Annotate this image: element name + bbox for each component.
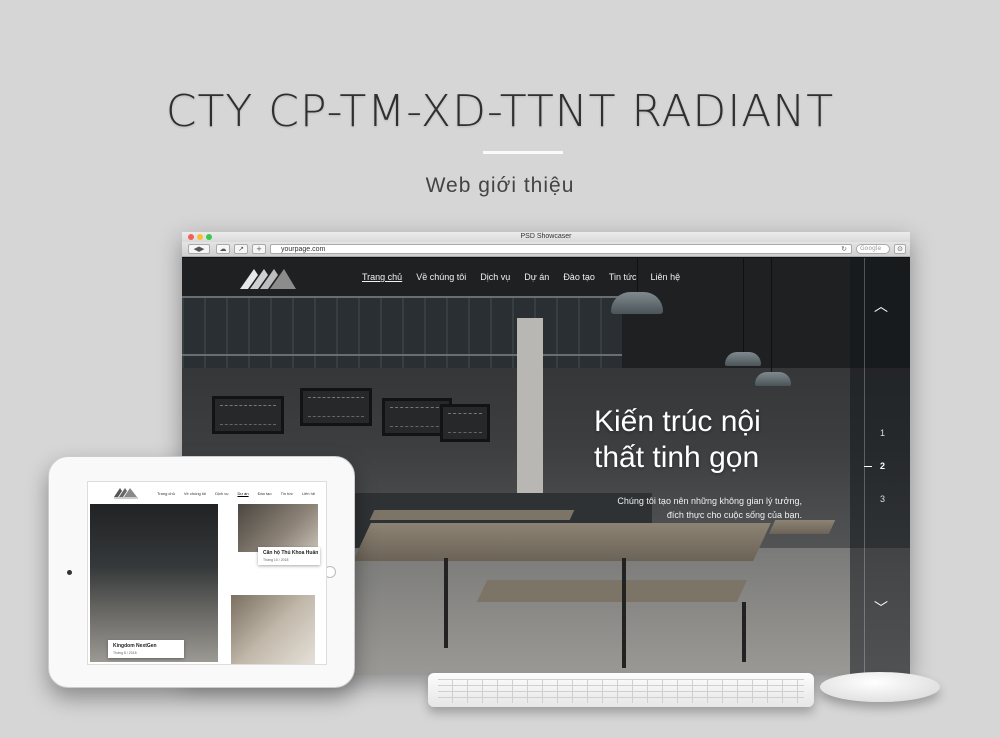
share-icon[interactable]: ↗ <box>234 244 248 254</box>
table-leg <box>742 602 746 662</box>
project-image-small[interactable] <box>231 595 315 664</box>
hero-rail <box>182 296 642 298</box>
url-text: yourpage.com <box>281 246 326 253</box>
pendant-lamp-graphic <box>611 292 663 314</box>
search-input[interactable]: Google <box>856 244 890 254</box>
site-logo[interactable] <box>238 263 298 289</box>
tablet-nav-item[interactable]: Về chúng tôi <box>184 491 206 496</box>
hero-heading: Kiến trúc nội thất tinh gọn <box>594 404 824 476</box>
tablet-nav-item[interactable]: Đào tạo <box>258 491 272 496</box>
browser-toolbar: ◀▶ ☁ ↗ + yourpage.com ↻ Google ⊙ <box>182 242 910 257</box>
reload-icon[interactable]: ↻ <box>841 245 847 254</box>
nav-item-projects[interactable]: Dự án <box>524 272 549 282</box>
project-image-small[interactable] <box>238 504 318 552</box>
page-subtitle: Web giới thiệu <box>425 174 575 197</box>
camera-icon <box>67 570 72 575</box>
nav-item-training[interactable]: Đào tạo <box>563 272 595 282</box>
keyboard-keys-graphic <box>438 679 804 703</box>
keyboard-graphic <box>428 673 814 707</box>
tablet-site-logo[interactable] <box>113 485 139 499</box>
tablet-mockup: Trang chủ Về chúng tôi Dịch vụ Dự án Đào… <box>48 456 355 688</box>
menu-board-graphic <box>440 404 490 442</box>
lamp-cord <box>771 258 772 372</box>
slide-indicator-2[interactable]: 2 <box>880 461 885 471</box>
project-card-date: Tháng 10 / 2018 <box>263 558 289 562</box>
nav-item-services[interactable]: Dịch vụ <box>480 272 510 282</box>
lamp-cord <box>743 258 744 352</box>
tablet-nav-item-active[interactable]: Dự án <box>237 491 248 496</box>
project-card-title: Căn hộ Thủ Khoa Huân <box>263 550 319 556</box>
nav-item-home[interactable]: Trang chủ <box>362 272 402 282</box>
bench-graphic <box>369 510 575 520</box>
project-card-title: Kingdom NextGen <box>113 643 157 649</box>
window-title: PSD Showcaser <box>520 233 572 240</box>
mouse-graphic <box>820 672 940 702</box>
tablet-screen: Trang chủ Về chúng tôi Dịch vụ Dự án Đào… <box>87 481 327 665</box>
hero-heading-line: Kiến trúc nội <box>594 405 761 438</box>
title-divider <box>483 151 563 154</box>
hero-description: Chúng tôi tạo nên những không gian lý tư… <box>584 494 802 522</box>
tablet-nav-item[interactable]: Dịch vụ <box>215 491 228 496</box>
slide-indicator-1[interactable]: 1 <box>880 428 885 438</box>
project-card-date: Tháng 8 / 2018 <box>113 651 137 655</box>
hero-description-line: Chúng tôi tạo nên những không gian lý tư… <box>617 496 802 506</box>
table-leg <box>444 558 448 648</box>
tablet-nav-item[interactable]: Trang chủ <box>157 491 175 496</box>
menu-board-graphic <box>300 388 372 426</box>
cloud-tabs-icon[interactable]: ☁ <box>216 244 230 254</box>
main-nav: Trang chủ Về chúng tôi Dịch vụ Dự án Đào… <box>362 272 680 282</box>
nav-item-contact[interactable]: Liên hệ <box>651 272 681 282</box>
slide-active-tick <box>864 466 872 467</box>
nav-item-news[interactable]: Tin tức <box>609 272 637 282</box>
tablet-nav: Trang chủ Về chúng tôi Dịch vụ Dự án Đào… <box>157 491 315 496</box>
tablet-nav-item[interactable]: Liên hệ <box>302 491 315 496</box>
page-title: CTY CP-TM-XD-TTNT RADIANT <box>165 86 835 137</box>
hero-rail <box>182 354 622 356</box>
hero-description-line: đích thực cho cuộc sống của bạn. <box>666 510 802 520</box>
pendant-lamp-graphic <box>725 352 761 366</box>
hero-heading-line: thất tinh gọn <box>594 441 760 474</box>
table-graphic <box>353 523 771 561</box>
nav-item-about[interactable]: Về chúng tôi <box>416 272 466 282</box>
slide-indicator-3[interactable]: 3 <box>880 494 885 504</box>
new-tab-button[interactable]: + <box>252 244 266 254</box>
tablet-nav-item[interactable]: Tin tức <box>281 491 293 496</box>
table-graphic <box>768 520 836 534</box>
bench-graphic <box>476 580 748 602</box>
project-card[interactable]: Căn hộ Thủ Khoa Huân Tháng 10 / 2018 <box>258 547 320 565</box>
menu-board-graphic <box>212 396 284 434</box>
table-leg <box>622 558 626 668</box>
chevron-down-icon[interactable]: ﹀ <box>874 602 888 616</box>
pendant-lamp-graphic <box>755 372 791 386</box>
chevron-up-icon[interactable]: ︿ <box>874 300 888 314</box>
hero-column <box>517 318 543 518</box>
browser-titlebar: PSD Showcaser <box>182 232 910 242</box>
back-forward-button[interactable]: ◀▶ <box>188 244 210 254</box>
project-image-large[interactable] <box>90 504 218 662</box>
address-bar[interactable]: yourpage.com ↻ <box>270 244 852 254</box>
project-card[interactable]: Kingdom NextGen Tháng 8 / 2018 <box>108 640 184 658</box>
downloads-icon[interactable]: ⊙ <box>894 244 906 254</box>
hero-mezzanine-graphic <box>182 298 622 368</box>
